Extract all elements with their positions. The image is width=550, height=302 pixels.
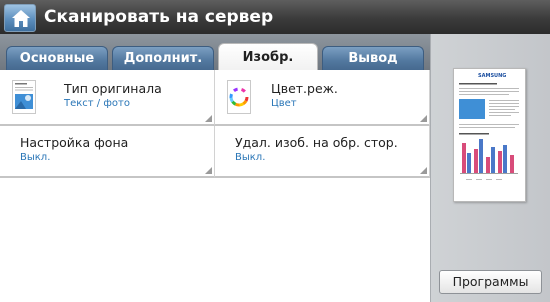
background-adjust-label: Настройка фона: [20, 135, 129, 150]
original-type-label: Тип оригинала: [64, 81, 162, 96]
expand-corner-icon: [420, 167, 427, 174]
brand-logo-text: SAMSUNG: [478, 73, 506, 79]
color-mode-label: Цвет.реж.: [271, 81, 338, 96]
expand-corner-icon: [420, 115, 427, 122]
tab-advanced[interactable]: Дополнит.: [112, 46, 214, 70]
document-preview-icon: SAMSUNG: [453, 68, 526, 202]
color-mode-icon: [227, 80, 251, 114]
original-type-value: Текст / фото: [64, 98, 130, 109]
tab-image[interactable]: Изобр.: [218, 43, 318, 71]
original-type-setting[interactable]: Тип оригинала Текст / фото: [0, 70, 215, 126]
backside-image-removal-setting[interactable]: Удал. изоб. на обр. стор. Выкл.: [215, 126, 430, 178]
color-mode-value: Цвет: [271, 98, 297, 109]
title-bar: Сканировать на сервер: [0, 0, 550, 34]
background-adjust-value: Выкл.: [20, 152, 51, 163]
backside-image-removal-label: Удал. изоб. на обр. стор.: [235, 135, 398, 150]
tab-basic[interactable]: Основные: [6, 46, 108, 70]
settings-panel: Тип оригинала Текст / фото Цвет.реж. Цве…: [0, 70, 430, 302]
page-title: Сканировать на сервер: [44, 7, 274, 27]
expand-corner-icon: [205, 167, 212, 174]
backside-image-removal-value: Выкл.: [235, 152, 266, 163]
tab-output[interactable]: Вывод: [322, 46, 424, 70]
programs-button[interactable]: Программы: [439, 270, 542, 294]
home-icon: [12, 10, 30, 27]
expand-corner-icon: [205, 115, 212, 122]
original-type-icon: [12, 80, 36, 114]
home-button[interactable]: [4, 4, 36, 32]
background-adjust-setting[interactable]: Настройка фона Выкл.: [0, 126, 215, 178]
side-panel: SAMSUNG Программы: [430, 34, 550, 302]
color-mode-setting[interactable]: Цвет.реж. Цвет: [215, 70, 430, 126]
